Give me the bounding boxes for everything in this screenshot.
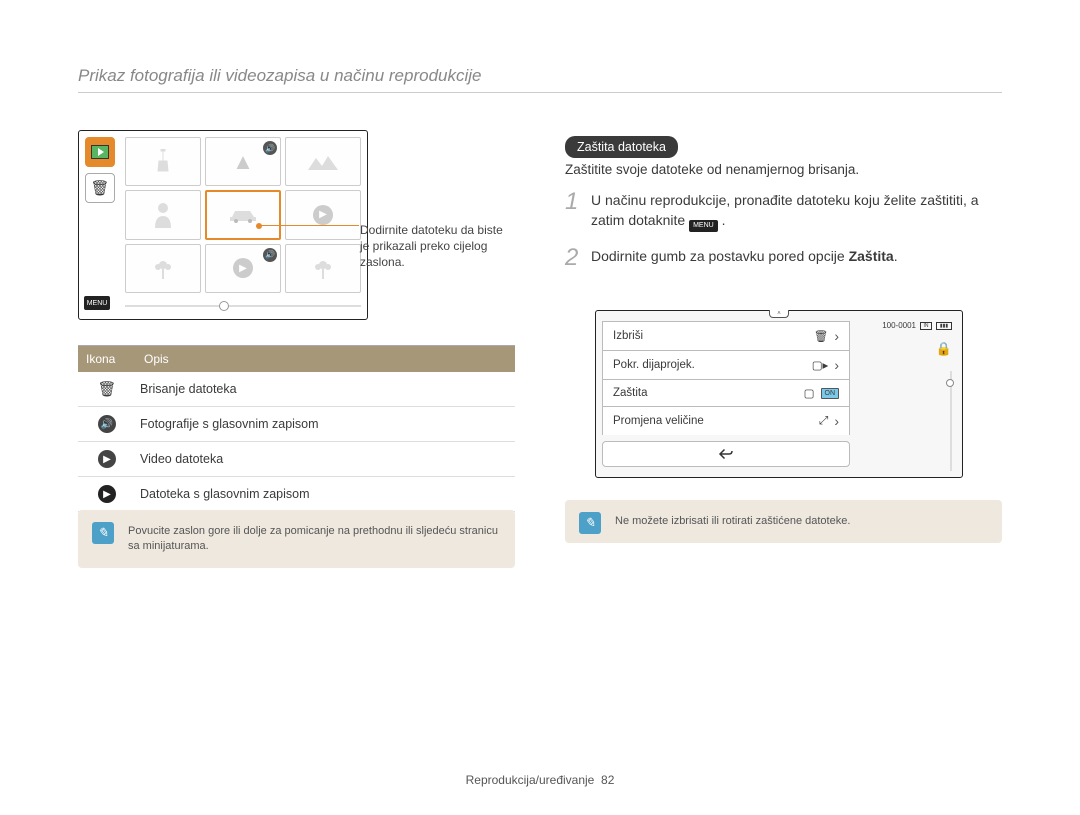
trash-icon: 🗑	[814, 329, 829, 343]
audio-badge-icon: 🔊	[263, 141, 277, 155]
thumb-grid: 🔊▲ ▶ 🔊▶	[125, 137, 361, 293]
image-id: 100-0001	[882, 321, 916, 330]
trash-button[interactable]: 🗑	[85, 173, 115, 203]
table-row: 🔊 Fotografije s glasovnim zapisom	[78, 407, 515, 442]
gallery-mode-button[interactable]	[85, 137, 115, 167]
thumb-cell[interactable]: ▶	[285, 190, 361, 239]
scroll-handle[interactable]	[219, 301, 229, 311]
table-row: ▶ Datoteka s glasovnim zapisom	[78, 477, 515, 512]
th-icon: Ikona	[78, 346, 136, 372]
trash-icon: 🗑	[97, 380, 116, 398]
section-intro: Zaštitite svoje datoteke od nenamjernog …	[565, 162, 859, 177]
page-footer: Reprodukcija/uređivanje 82	[0, 773, 1080, 787]
thumb-cell[interactable]	[125, 190, 201, 239]
audio-badge-icon: 🔊	[263, 248, 277, 262]
settings-row-protect[interactable]: Zaštita ▢ ON	[602, 379, 850, 406]
step-number: 2	[565, 246, 591, 270]
storage-in-icon: IN	[920, 322, 932, 330]
callout-text: Dodirnite datoteku da biste je prikazali…	[360, 222, 510, 271]
settings-row-delete[interactable]: Izbriši 🗑	[602, 321, 850, 350]
flower-icon	[152, 257, 174, 279]
row-label: Promjena veličine	[613, 415, 704, 427]
table-header: Ikona Opis	[78, 346, 515, 372]
note-text: Ne možete izbrisati ili rotirati zaštiće…	[615, 515, 850, 527]
thumb-sidebar: 🗑	[85, 137, 119, 209]
scroll-track	[125, 305, 361, 307]
thumb-cell[interactable]	[285, 137, 361, 186]
play-icon: ▶	[98, 450, 116, 468]
play-icon: ▶	[313, 205, 333, 225]
note-box: ✎ Ne možete izbrisati ili rotirati zašti…	[565, 500, 1002, 543]
toggle-icon: ▢	[804, 386, 815, 400]
play-icon: ▶	[233, 258, 253, 278]
status-bar: 100-0001 IN ▮▮▮	[882, 321, 952, 330]
play-audio-icon: ▶	[98, 485, 116, 503]
step-number: 1	[565, 190, 591, 232]
page-title: Prikaz fotografija ili videozapisa u nač…	[78, 66, 482, 86]
woman-icon: ▲	[232, 149, 254, 175]
step: 2 Dodirnite gumb za postavku pored opcij…	[565, 246, 995, 270]
audio-icon: 🔊	[98, 415, 116, 433]
thumb-cell[interactable]	[285, 244, 361, 293]
lamp-icon	[152, 149, 174, 175]
info-icon: ✎	[579, 512, 601, 534]
page-number: 82	[601, 773, 614, 787]
chevron-right-icon	[834, 357, 839, 373]
table-row: ▶ Video datoteka	[78, 442, 515, 477]
row-desc: Brisanje datoteka	[136, 374, 515, 404]
step: 1 U načinu reprodukcije, pronađite datot…	[565, 190, 995, 232]
row-label: Izbriši	[613, 330, 643, 342]
person-icon	[153, 202, 173, 228]
settings-scrollbar[interactable]	[946, 371, 956, 471]
resize-icon: ⤢	[819, 415, 828, 428]
mountain-icon	[308, 154, 338, 170]
th-desc: Opis	[136, 346, 515, 372]
lock-icon: 🔒	[936, 341, 952, 357]
row-label: Pokr. dijaprojek.	[613, 359, 695, 371]
row-desc: Video datoteka	[136, 444, 515, 474]
chevron-right-icon	[834, 328, 839, 344]
back-button[interactable]	[602, 441, 850, 467]
callout-dot	[256, 223, 262, 229]
steps-list: 1 U načinu reprodukcije, pronađite datot…	[565, 190, 995, 284]
scroll-handle[interactable]	[946, 379, 954, 387]
settings-screenshot: ˄ 100-0001 IN ▮▮▮ 🔒 Izbriši 🗑 Pokr. dija…	[595, 310, 963, 478]
thumb-cell[interactable]: 🔊▲	[205, 137, 281, 186]
toggle-on-badge[interactable]: ON	[821, 388, 840, 399]
info-icon: ✎	[92, 522, 114, 544]
thumb-cell[interactable]	[125, 137, 201, 186]
settings-list: Izbriši 🗑 Pokr. dijaprojek. ▢▸ Zaštita ▢…	[602, 321, 850, 467]
settings-row-slideshow[interactable]: Pokr. dijaprojek. ▢▸	[602, 350, 850, 379]
icon-table: Ikona Opis 🗑 Brisanje datoteka 🔊 Fotogra…	[78, 345, 515, 512]
trash-icon: 🗑	[90, 179, 109, 197]
note-box: ✎ Povucite zaslon gore ili dolje za pomi…	[78, 510, 515, 568]
section-pill: Zaštita datoteka	[565, 136, 678, 158]
slideshow-icon: ▢▸	[812, 358, 829, 372]
car-icon	[228, 207, 258, 223]
thumb-scrollbar[interactable]	[125, 299, 361, 313]
step-text: U načinu reprodukcije, pronađite datotek…	[591, 190, 995, 232]
thumb-cell-selected[interactable]	[205, 190, 281, 239]
row-label: Zaštita	[613, 387, 648, 399]
row-desc: Fotografije s glasovnim zapisom	[136, 409, 515, 439]
settings-row-resize[interactable]: Promjena veličine ⤢	[602, 406, 850, 435]
back-arrow-icon	[717, 447, 735, 461]
flower-icon	[312, 257, 334, 279]
tab-handle-icon: ˄	[769, 310, 789, 318]
gallery-icon	[91, 145, 109, 159]
title-underline	[78, 92, 1002, 93]
menu-button[interactable]: MENU	[84, 296, 110, 310]
thumb-cell[interactable]: 🔊▶	[205, 244, 281, 293]
row-desc: Datoteka s glasovnim zapisom	[136, 479, 515, 509]
step-text: Dodirnite gumb za postavku pored opcije …	[591, 246, 995, 270]
callout-line	[259, 225, 359, 226]
menu-inline-icon: MENU	[689, 220, 718, 232]
note-text: Povucite zaslon gore ili dolje za pomica…	[128, 525, 498, 552]
battery-icon: ▮▮▮	[936, 322, 952, 330]
footer-section: Reprodukcija/uređivanje	[466, 773, 595, 787]
thumb-cell[interactable]	[125, 244, 201, 293]
chevron-right-icon	[834, 413, 839, 429]
table-row: 🗑 Brisanje datoteka	[78, 372, 515, 407]
